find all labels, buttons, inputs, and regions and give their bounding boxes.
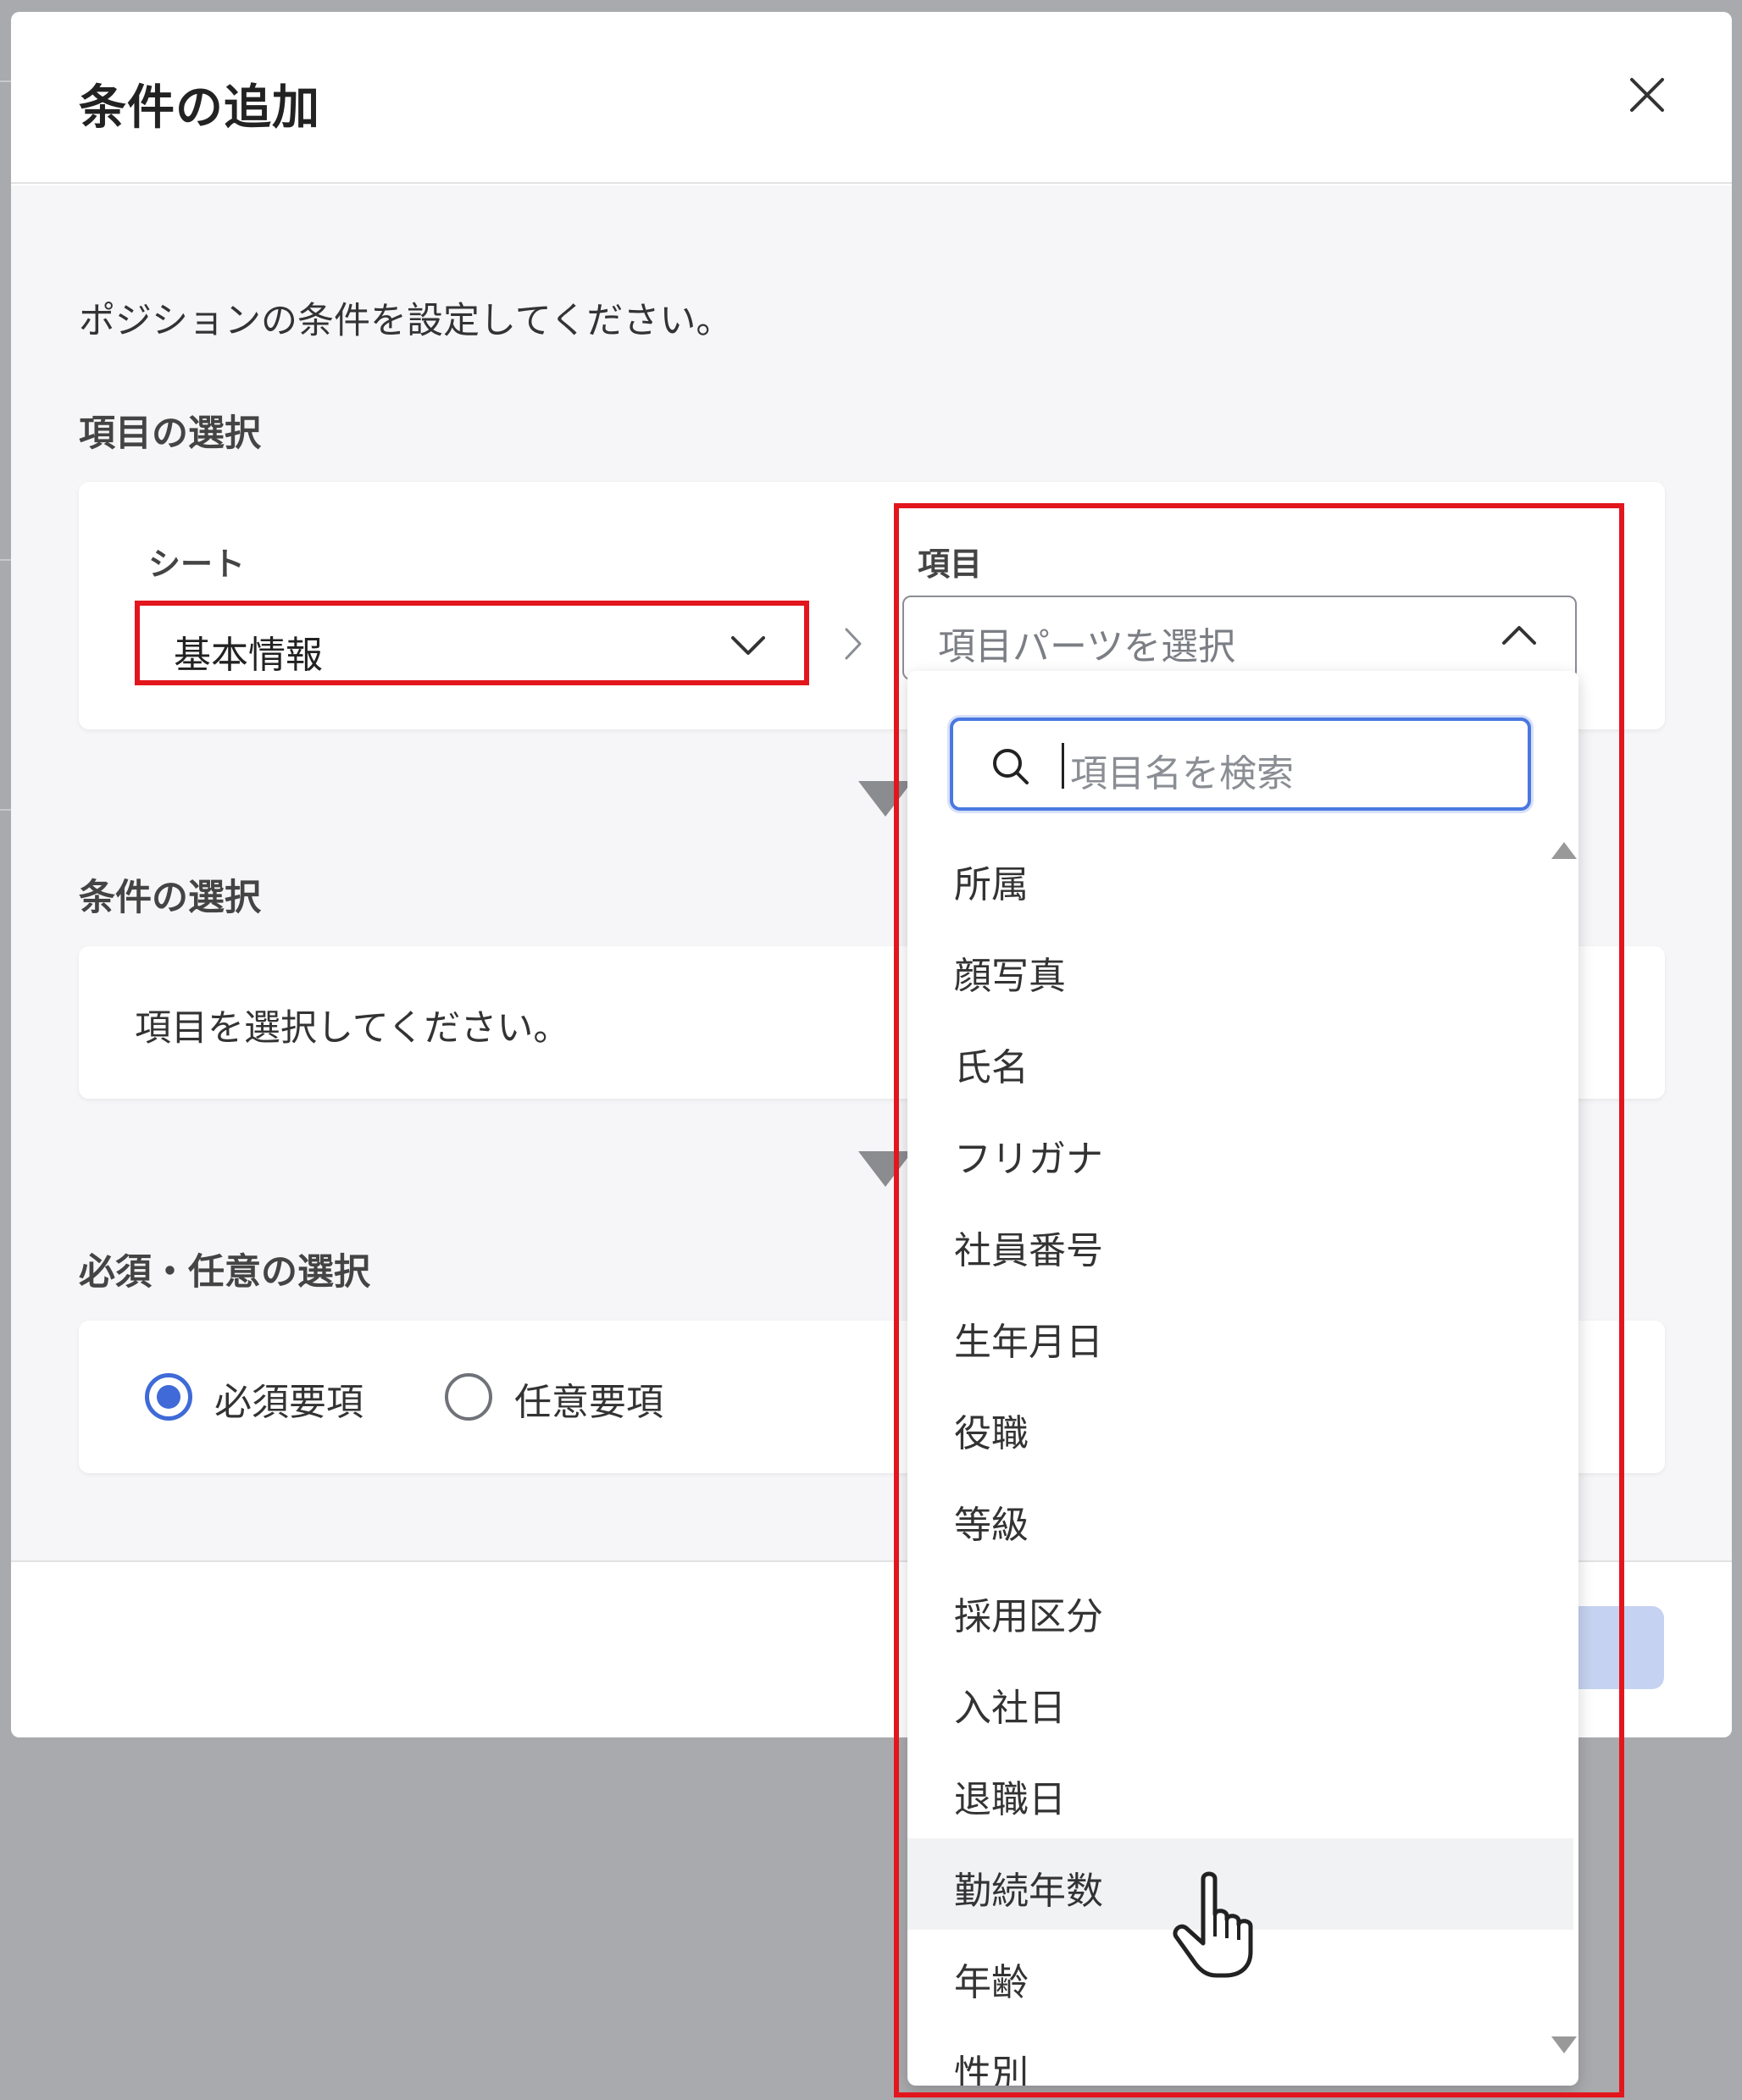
close-button[interactable] (1622, 69, 1673, 120)
chevron-down-icon (731, 636, 765, 655)
dialog-description: ポジションの条件を設定してください。 (79, 300, 733, 342)
dialog-title: 条件の追加 (79, 80, 320, 136)
hand-pointer-icon (1173, 1871, 1253, 1978)
required-selection-title: 必須・任意の選択 (79, 1251, 370, 1294)
radio-required[interactable] (145, 1373, 192, 1421)
dialog-header: 条件の追加 (11, 12, 1732, 184)
radio-optional[interactable] (445, 1373, 492, 1421)
backdrop-edge (0, 80, 12, 82)
condition-message: 項目を選択してください。 (135, 1007, 570, 1050)
backdrop-edge (0, 559, 12, 561)
radio-required-label[interactable]: 必須要項 (214, 1371, 363, 1426)
condition-selection-title: 条件の選択 (79, 877, 261, 919)
item-selection-title: 項目の選択 (79, 413, 261, 455)
sheet-label: シート (148, 546, 246, 583)
close-icon (1630, 78, 1664, 112)
highlight-item-area (894, 503, 1624, 2097)
backdrop-edge (0, 809, 12, 811)
radio-optional-label[interactable]: 任意要項 (514, 1371, 663, 1426)
sheet-select[interactable]: 基本情報 (135, 601, 809, 685)
sheet-select-value: 基本情報 (174, 634, 323, 677)
chevron-right-icon (845, 628, 862, 660)
